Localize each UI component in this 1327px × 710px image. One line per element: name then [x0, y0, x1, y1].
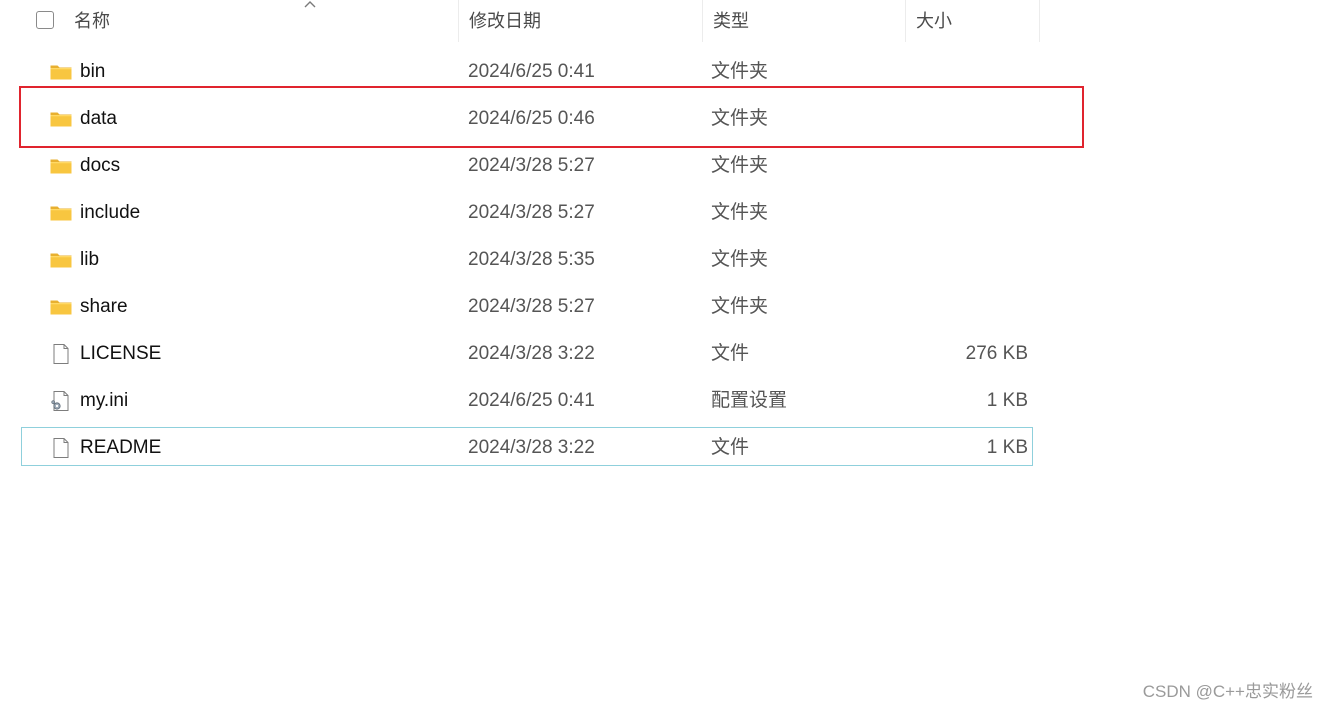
file-icon [49, 342, 73, 366]
modified-date: 2024/3/28 5:35 [468, 249, 595, 270]
file-name: bin [80, 61, 106, 82]
modified-date: 2024/3/28 5:27 [468, 202, 595, 223]
file-size [905, 236, 1028, 283]
file-size [905, 189, 1028, 236]
modified-date: 2024/6/25 0:41 [468, 61, 595, 82]
file-row-docs[interactable]: docs 2024/3/28 5:27 文件夹 [0, 142, 1040, 189]
column-header: 名称 修改日期 类型 大小 [0, 0, 1040, 42]
file-name: README [80, 437, 162, 458]
modified-date: 2024/6/25 0:46 [468, 108, 595, 129]
file-type: 文件夹 [711, 108, 769, 129]
select-all-checkbox[interactable] [36, 11, 54, 29]
file-size [905, 283, 1028, 330]
file-type: 配置设置 [711, 390, 788, 411]
file-type: 文件夹 [711, 249, 769, 270]
folder-icon [49, 107, 73, 131]
file-size [905, 48, 1028, 95]
file-row-include[interactable]: include 2024/3/28 5:27 文件夹 [0, 189, 1040, 236]
column-header-date-label: 修改日期 [469, 11, 541, 31]
file-type: 文件夹 [711, 296, 769, 317]
file-type: 文件夹 [711, 155, 769, 176]
folder-icon [49, 154, 73, 178]
file-row-lib[interactable]: lib 2024/3/28 5:35 文件夹 [0, 236, 1040, 283]
watermark: CSDN @C++忠实粉丝 [1142, 682, 1313, 701]
column-header-type[interactable]: 类型 [702, 0, 905, 42]
file-name: include [80, 202, 141, 223]
file-explorer: 名称 修改日期 类型 大小 bin 2024/6/25 0:41 文件夹 data 20… [0, 0, 1327, 710]
file-type: 文件夹 [711, 61, 769, 82]
folder-icon [49, 295, 73, 319]
modified-date: 2024/3/28 3:22 [468, 343, 595, 364]
file-type: 文件 [711, 343, 750, 364]
file-size [905, 142, 1028, 189]
column-header-size-label: 大小 [916, 11, 952, 31]
modified-date: 2024/3/28 3:22 [468, 437, 595, 458]
file-name: data [80, 108, 117, 129]
file-size [905, 95, 1028, 142]
file-name: LICENSE [80, 343, 162, 364]
file-type: 文件夹 [711, 202, 769, 223]
column-header-name[interactable]: 名称 [64, 0, 458, 42]
file-icon [49, 436, 73, 460]
config-file-icon [49, 389, 73, 413]
folder-icon [49, 60, 73, 84]
column-header-type-label: 类型 [713, 11, 749, 31]
column-header-size[interactable]: 大小 [905, 0, 1040, 42]
sort-ascending-icon [304, 1, 316, 8]
file-row-readme[interactable]: README 2024/3/28 3:22 文件 1 KB [0, 424, 1040, 471]
file-type: 文件 [711, 437, 750, 458]
file-row-bin[interactable]: bin 2024/6/25 0:41 文件夹 [0, 48, 1040, 95]
file-row-my-ini[interactable]: my.ini 2024/6/25 0:41 配置设置 1 KB [0, 377, 1040, 424]
file-name: lib [80, 249, 100, 270]
folder-icon [49, 201, 73, 225]
file-size: 276 KB [965, 343, 1028, 364]
file-name: share [80, 296, 128, 317]
file-name: docs [80, 155, 121, 176]
file-row-share[interactable]: share 2024/3/28 5:27 文件夹 [0, 283, 1040, 330]
modified-date: 2024/3/28 5:27 [468, 155, 595, 176]
file-row-license[interactable]: LICENSE 2024/3/28 3:22 文件 276 KB [0, 330, 1040, 377]
file-name: my.ini [80, 390, 129, 411]
column-header-name-label: 名称 [74, 11, 110, 31]
file-size: 1 KB [986, 437, 1028, 458]
file-size: 1 KB [986, 390, 1028, 411]
modified-date: 2024/3/28 5:27 [468, 296, 595, 317]
folder-icon [49, 248, 73, 272]
column-header-date[interactable]: 修改日期 [458, 0, 702, 42]
file-list: bin 2024/6/25 0:41 文件夹 data 2024/6/25 0:46 文件… [0, 48, 1040, 471]
modified-date: 2024/6/25 0:41 [468, 390, 595, 411]
file-row-data[interactable]: data 2024/6/25 0:46 文件夹 [0, 95, 1040, 142]
